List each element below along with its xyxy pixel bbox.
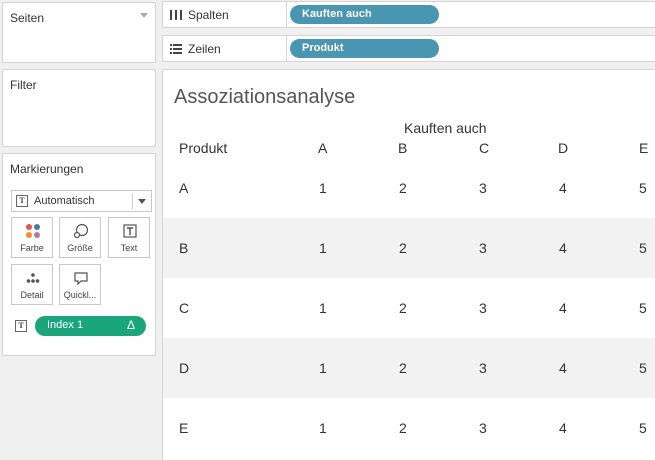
tableau-workspace: Seiten Filter Markierungen T Automatisch… xyxy=(0,0,655,460)
table-row[interactable]: E 1 2 3 4 5 xyxy=(163,398,655,458)
table-cell: 1 xyxy=(319,360,327,376)
rows-label: Zeilen xyxy=(188,42,221,56)
mark-type-value: Automatisch xyxy=(34,195,95,207)
row-header: A xyxy=(179,180,189,196)
marks-card: Markierungen T Automatisch Farbe Größe T… xyxy=(2,153,156,356)
columns-icon xyxy=(170,10,182,23)
table-cell: 5 xyxy=(639,360,647,376)
dropdown-divider xyxy=(132,193,133,209)
detail-label: Detail xyxy=(20,290,44,300)
detail-icon xyxy=(26,273,40,283)
pages-title: Seiten xyxy=(10,11,45,25)
table-cell: 3 xyxy=(479,240,487,256)
size-label: Größe xyxy=(67,243,93,253)
row-header: C xyxy=(179,300,190,316)
column-header-d[interactable]: D xyxy=(558,140,568,156)
table-cell: 5 xyxy=(639,240,647,256)
rows-icon xyxy=(170,44,182,57)
table-cell: 3 xyxy=(479,360,487,376)
chevron-down-icon[interactable] xyxy=(138,199,146,204)
mark-field-row: T Index 1 Δ xyxy=(11,316,152,336)
tooltip-button[interactable]: Quickl... xyxy=(59,264,101,305)
text-mark-icon: T xyxy=(16,195,28,207)
column-header-a[interactable]: A xyxy=(318,140,327,156)
table-cell: 4 xyxy=(559,180,567,196)
color-icon xyxy=(26,224,40,238)
color-label: Farbe xyxy=(20,243,44,253)
table-cell: 5 xyxy=(639,300,647,316)
shelf-divider xyxy=(286,36,287,61)
table-cell: 5 xyxy=(639,420,647,436)
table-cell: 2 xyxy=(399,420,407,436)
detail-button[interactable]: Detail xyxy=(11,264,53,305)
worksheet-view[interactable]: Assoziationsanalyse Kauften auch Produkt… xyxy=(162,69,655,460)
row-field-header: Produkt xyxy=(179,140,228,156)
table-row[interactable]: D 1 2 3 4 5 xyxy=(163,338,655,398)
size-icon xyxy=(73,223,89,239)
table-cell: 2 xyxy=(399,360,407,376)
text-icon xyxy=(123,224,137,238)
rows-shelf[interactable]: Zeilen Produkt xyxy=(162,35,655,62)
index-field-label: Index 1 xyxy=(47,319,84,331)
text-encoding-icon[interactable]: T xyxy=(15,320,27,332)
table-cell: 4 xyxy=(559,420,567,436)
filters-card[interactable]: Filter xyxy=(2,69,156,147)
chevron-down-icon[interactable] xyxy=(140,13,148,18)
column-header-e[interactable]: E xyxy=(639,140,648,156)
columns-field-label: Kauften auch xyxy=(302,8,372,20)
table-row[interactable]: B 1 2 3 4 5 xyxy=(163,218,655,278)
table-cell: 3 xyxy=(479,300,487,316)
table-cell: 2 xyxy=(399,240,407,256)
rows-field-pill[interactable]: Produkt xyxy=(290,39,439,58)
table-row[interactable]: C 1 2 3 4 5 xyxy=(163,278,655,338)
table-cell: 4 xyxy=(559,300,567,316)
row-header: B xyxy=(179,240,189,256)
pages-card[interactable]: Seiten xyxy=(2,2,156,63)
table-cell: 3 xyxy=(479,420,487,436)
table-cell: 3 xyxy=(479,180,487,196)
index-field-pill[interactable]: Index 1 Δ xyxy=(35,316,146,336)
column-header-c[interactable]: C xyxy=(479,140,489,156)
text-label: Text xyxy=(120,243,138,253)
table-cell: 1 xyxy=(319,240,327,256)
filters-title: Filter xyxy=(10,78,37,92)
color-button[interactable]: Farbe xyxy=(11,217,53,258)
row-header: E xyxy=(179,420,189,436)
table-cell: 1 xyxy=(319,420,327,436)
table-cell: 1 xyxy=(319,300,327,316)
table-cell: 1 xyxy=(319,180,327,196)
rows-field-label: Produkt xyxy=(302,42,344,54)
columns-shelf[interactable]: Spalten Kauften auch xyxy=(162,1,655,28)
column-header-b[interactable]: B xyxy=(398,140,407,156)
table-cell: 4 xyxy=(559,360,567,376)
tooltip-label: Quickl... xyxy=(63,290,97,300)
row-header: D xyxy=(179,360,190,376)
table-cell: 5 xyxy=(639,180,647,196)
table-cell: 2 xyxy=(399,180,407,196)
table-cell: 2 xyxy=(399,300,407,316)
text-button[interactable]: Text xyxy=(108,217,150,258)
columns-label: Spalten xyxy=(188,8,229,22)
mark-type-dropdown[interactable]: T Automatisch xyxy=(11,190,152,212)
column-group-header: Kauften auch xyxy=(404,120,487,136)
worksheet-title: Assoziationsanalyse xyxy=(174,86,356,108)
shelf-divider xyxy=(286,2,287,27)
table-row[interactable]: A 1 2 3 4 5 xyxy=(163,158,655,218)
tooltip-icon xyxy=(74,272,88,286)
marks-title: Markierungen xyxy=(10,162,84,176)
table-cell: 4 xyxy=(559,240,567,256)
delta-icon: Δ xyxy=(126,318,135,332)
columns-field-pill[interactable]: Kauften auch xyxy=(290,5,439,24)
size-button[interactable]: Größe xyxy=(59,217,101,258)
